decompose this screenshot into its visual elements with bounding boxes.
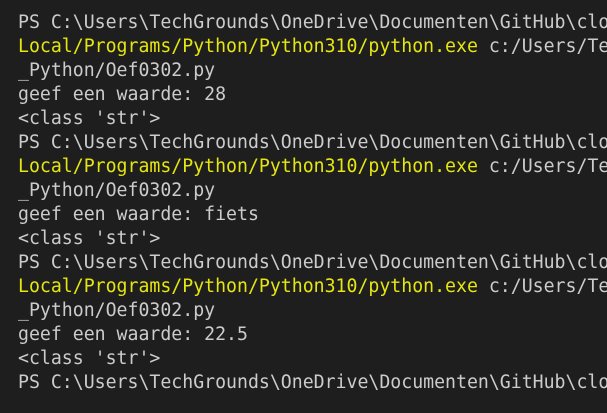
line-text: geef een waarde: 28: [18, 84, 227, 105]
python-exe-path: Local/Programs/Python/Python310/python.e…: [18, 36, 478, 57]
line-text: geef een waarde: fiets: [18, 204, 259, 225]
line-text: _Python/Oef0302.py: [18, 300, 216, 321]
line-text: _Python/Oef0302.py: [18, 60, 216, 81]
command-line-continued: _Python/Oef0302.py: [18, 59, 607, 83]
output-line: <class 'str'>: [18, 347, 607, 371]
python-exe-path: Local/Programs/Python/Python310/python.e…: [18, 156, 478, 177]
input-prompt-line: geef een waarde: fiets: [18, 203, 607, 227]
line-text: PS C:\Users\TechGrounds\OneDrive\Documen…: [18, 12, 607, 33]
command-line-continued: _Python/Oef0302.py: [18, 299, 607, 323]
input-prompt-line: geef een waarde: 28: [18, 83, 607, 107]
line-text: PS C:\Users\TechGrounds\OneDrive\Documen…: [18, 372, 607, 393]
line-text: <class 'str'>: [18, 228, 161, 249]
line-text: _Python/Oef0302.py: [18, 180, 216, 201]
prompt-line: PS C:\Users\TechGrounds\OneDrive\Documen…: [18, 371, 607, 395]
output-line: <class 'str'>: [18, 107, 607, 131]
command-line-continued: _Python/Oef0302.py: [18, 179, 607, 203]
command-line: Local/Programs/Python/Python310/python.e…: [18, 35, 607, 59]
script-path-start: c:/Users/Tec: [477, 36, 607, 57]
line-text: geef een waarde: 22.5: [18, 324, 248, 345]
prompt-line: PS C:\Users\TechGrounds\OneDrive\Documen…: [18, 11, 607, 35]
line-text: <class 'str'>: [18, 108, 161, 129]
input-prompt-line: geef een waarde: 22.5: [18, 323, 607, 347]
prompt-line: PS C:\Users\TechGrounds\OneDrive\Documen…: [18, 131, 607, 155]
prompt-line: PS C:\Users\TechGrounds\OneDrive\Documen…: [18, 251, 607, 275]
line-text: <class 'str'>: [18, 348, 161, 369]
output-line: <class 'str'>: [18, 227, 607, 251]
line-text: PS C:\Users\TechGrounds\OneDrive\Documen…: [18, 132, 607, 153]
command-line: Local/Programs/Python/Python310/python.e…: [18, 275, 607, 299]
script-path-start: c:/Users/Tec: [477, 276, 607, 297]
python-exe-path: Local/Programs/Python/Python310/python.e…: [18, 276, 478, 297]
script-path-start: c:/Users/Tec: [477, 156, 607, 177]
command-line: Local/Programs/Python/Python310/python.e…: [18, 155, 607, 179]
terminal-output[interactable]: PS C:\Users\TechGrounds\OneDrive\Documen…: [0, 0, 607, 413]
line-text: PS C:\Users\TechGrounds\OneDrive\Documen…: [18, 252, 607, 273]
